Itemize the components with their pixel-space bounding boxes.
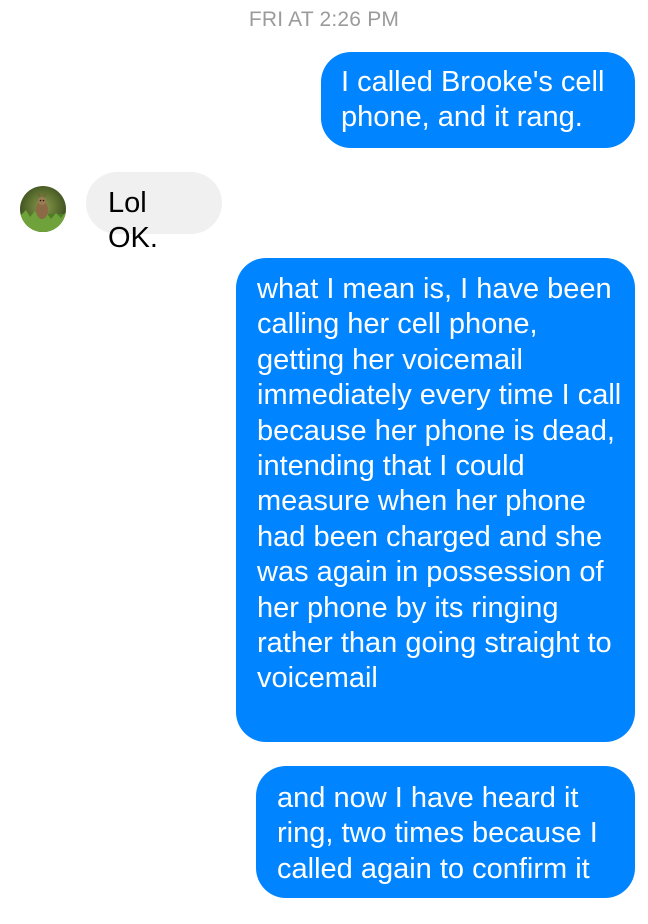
incoming-message-bubble[interactable]: Lol OK. bbox=[86, 172, 222, 254]
outgoing-message-bubble[interactable]: what I mean is, I have been calling her … bbox=[236, 258, 635, 742]
outgoing-message-bubble[interactable]: and now I have heard it ring, two times … bbox=[256, 766, 635, 898]
contact-avatar[interactable] bbox=[20, 186, 66, 232]
message-timestamp: FRI AT 2:26 PM bbox=[248, 8, 400, 31]
contact-avatar-photo-icon bbox=[20, 186, 66, 232]
outgoing-message-bubble[interactable]: I called Brooke's cell phone, and it ran… bbox=[321, 52, 635, 148]
